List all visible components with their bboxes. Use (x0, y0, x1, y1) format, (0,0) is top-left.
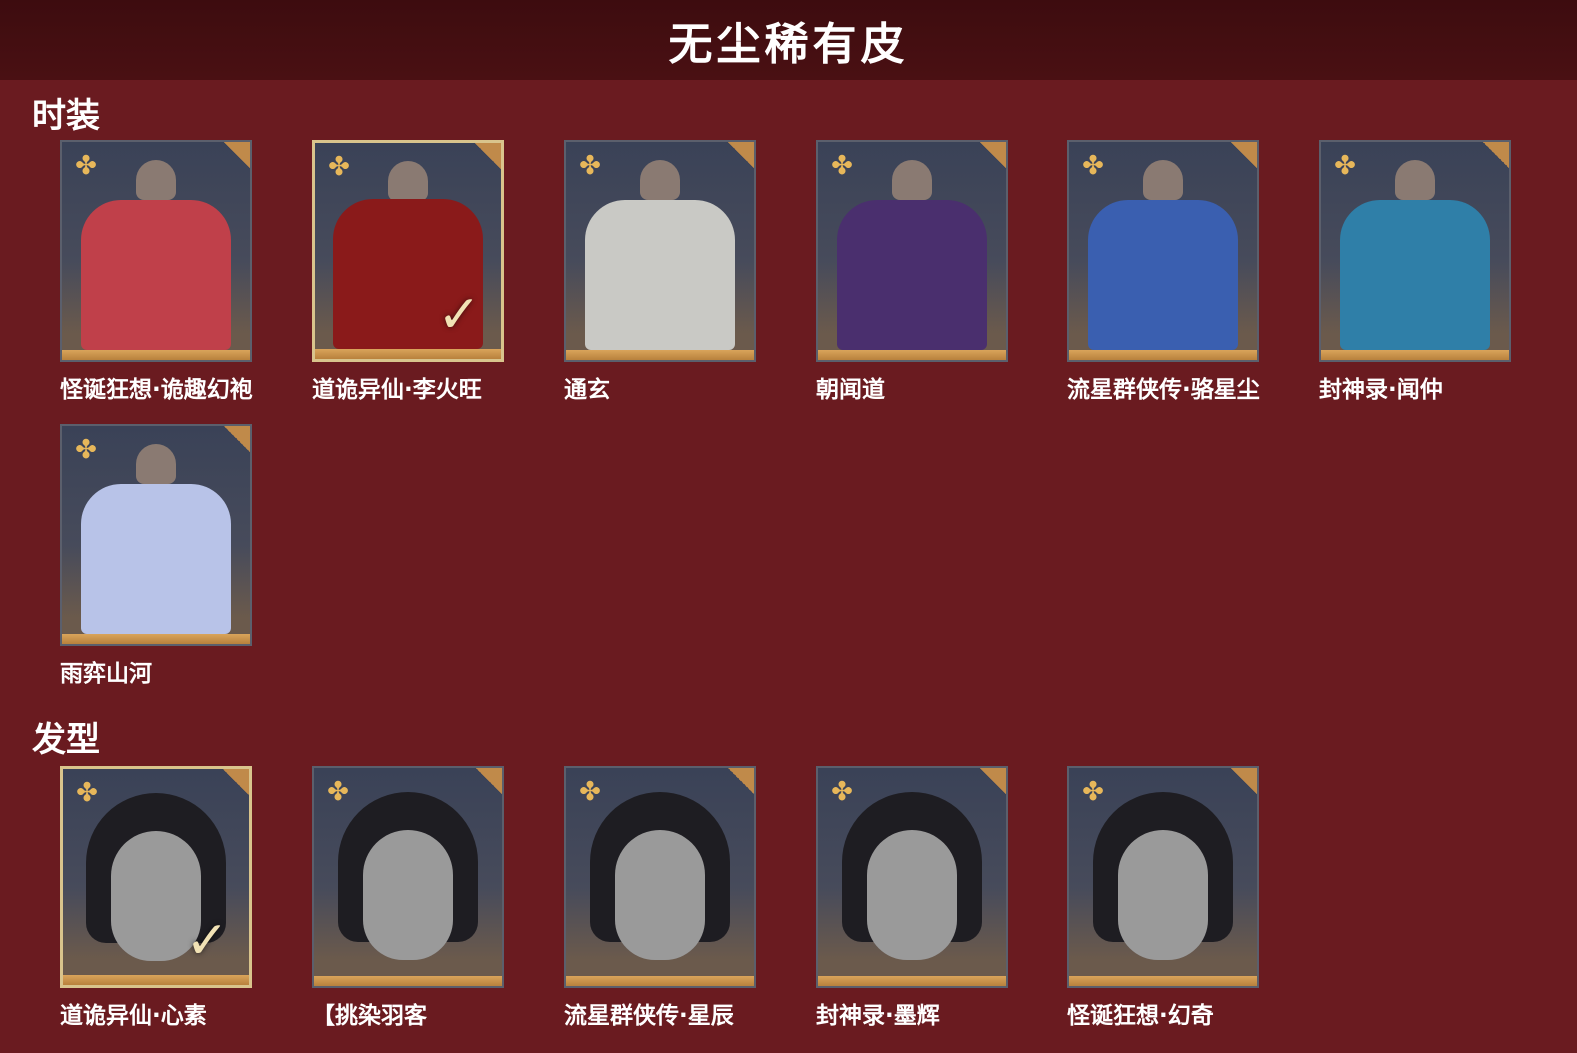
section-title-outfits: 时装 (32, 96, 100, 136)
face-figure (363, 830, 453, 960)
corner-leaf-icon (980, 142, 1006, 168)
rarity-bar (315, 349, 501, 359)
hairstyle-thumbnail[interactable]: ✤ (564, 766, 756, 988)
corner-leaf-icon (1231, 768, 1257, 794)
outfit-thumbnail[interactable]: ✤ (60, 140, 252, 362)
rarity-flower-icon: ✤ (1082, 777, 1104, 807)
rarity-flower-icon: ✤ (328, 152, 350, 182)
outfit-card[interactable]: ✤ ✓ 道诡异仙·李火旺 (312, 140, 504, 404)
section-title-hairstyles: 发型 (32, 720, 100, 760)
hairstyle-card[interactable]: ✤ ✓ 道诡异仙·心素 (60, 766, 252, 1030)
outfit-name: 封神录·闻仲 (1319, 377, 1443, 403)
outfit-figure (1088, 200, 1238, 350)
rarity-bar (63, 975, 249, 985)
rarity-flower-icon: ✤ (76, 778, 98, 808)
rarity-bar (1069, 350, 1257, 360)
rarity-flower-icon: ✤ (327, 777, 349, 807)
outfit-name: 通玄 (564, 377, 610, 403)
figure-neck (1143, 160, 1183, 200)
rarity-bar (62, 350, 250, 360)
outfit-name: 道诡异仙·李火旺 (312, 377, 482, 403)
outfit-name: 雨弈山河 (60, 661, 152, 687)
figure-neck (1395, 160, 1435, 200)
rarity-bar (62, 634, 250, 644)
outfit-card[interactable]: ✤ 流星群侠传·骆星尘 (1067, 140, 1260, 404)
rarity-flower-icon: ✤ (75, 151, 97, 181)
rarity-flower-icon: ✤ (831, 151, 853, 181)
corner-leaf-icon (476, 768, 502, 794)
outfit-card[interactable]: ✤ 怪诞狂想·诡趣幻袍 (60, 140, 253, 404)
rarity-flower-icon: ✤ (579, 777, 601, 807)
rarity-flower-icon: ✤ (75, 435, 97, 465)
rarity-bar (818, 976, 1006, 986)
outfit-figure (837, 200, 987, 350)
rarity-bar (1069, 976, 1257, 986)
outfit-name: 朝闻道 (816, 377, 885, 403)
outfit-thumbnail[interactable]: ✤ (564, 140, 756, 362)
corner-leaf-icon (728, 142, 754, 168)
rarity-flower-icon: ✤ (579, 151, 601, 181)
figure-neck (640, 160, 680, 200)
hairstyle-name: 道诡异仙·心素 (60, 1003, 207, 1029)
checkmark-icon: ✓ (437, 285, 481, 345)
hairstyle-card[interactable]: ✤ 封神录·墨辉 (816, 766, 1008, 1030)
rarity-flower-icon: ✤ (1082, 151, 1104, 181)
rarity-bar (566, 350, 754, 360)
outfit-card[interactable]: ✤ 通玄 (564, 140, 756, 404)
corner-leaf-icon (1483, 142, 1509, 168)
outfit-thumbnail[interactable]: ✤ (1319, 140, 1511, 362)
page-title: 无尘稀有皮 (668, 19, 909, 70)
figure-neck (388, 161, 428, 201)
corner-leaf-icon (224, 142, 250, 168)
corner-leaf-icon (475, 143, 501, 169)
corner-leaf-icon (980, 768, 1006, 794)
hairstyle-name: 封神录·墨辉 (816, 1003, 940, 1029)
outfit-name: 怪诞狂想·诡趣幻袍 (60, 377, 253, 403)
page-header: 无尘稀有皮 (0, 0, 1577, 80)
hairstyle-name: 怪诞狂想·幻奇 (1067, 1003, 1214, 1029)
hairstyle-card[interactable]: ✤ 【挑染羽客 (312, 766, 504, 1030)
hairstyle-card[interactable]: ✤ 怪诞狂想·幻奇 (1067, 766, 1259, 1030)
outfit-name: 流星群侠传·骆星尘 (1067, 377, 1260, 403)
outfit-thumbnail[interactable]: ✤ (60, 424, 252, 646)
figure-neck (892, 160, 932, 200)
hairstyle-thumbnail[interactable]: ✤ (1067, 766, 1259, 988)
rarity-flower-icon: ✤ (1334, 151, 1356, 181)
corner-leaf-icon (1231, 142, 1257, 168)
corner-leaf-icon (223, 769, 249, 795)
outfit-figure (81, 484, 231, 634)
outfit-card[interactable]: ✤ 雨弈山河 (60, 424, 252, 688)
outfit-figure (585, 200, 735, 350)
hairstyle-card[interactable]: ✤ 流星群侠传·星辰 (564, 766, 756, 1030)
outfit-thumbnail-selected[interactable]: ✤ ✓ (312, 140, 504, 362)
corner-leaf-icon (224, 426, 250, 452)
hairstyle-thumbnail[interactable]: ✤ (312, 766, 504, 988)
corner-leaf-icon (728, 768, 754, 794)
outfit-thumbnail[interactable]: ✤ (816, 140, 1008, 362)
rarity-bar (818, 350, 1006, 360)
checkmark-icon: ✓ (185, 911, 229, 971)
figure-neck (136, 444, 176, 484)
hairstyle-thumbnail[interactable]: ✤ (816, 766, 1008, 988)
hairstyle-thumbnail-selected[interactable]: ✤ ✓ (60, 766, 252, 988)
outfit-card[interactable]: ✤ 朝闻道 (816, 140, 1008, 404)
face-figure (867, 830, 957, 960)
rarity-bar (1321, 350, 1509, 360)
hairstyle-name: 流星群侠传·星辰 (564, 1003, 734, 1029)
outfit-figure (1340, 200, 1490, 350)
outfit-thumbnail[interactable]: ✤ (1067, 140, 1259, 362)
rarity-bar (566, 976, 754, 986)
figure-neck (136, 160, 176, 200)
rarity-flower-icon: ✤ (831, 777, 853, 807)
face-figure (1118, 830, 1208, 960)
face-figure (615, 830, 705, 960)
rarity-bar (314, 976, 502, 986)
outfit-figure (81, 200, 231, 350)
outfit-card[interactable]: ✤ 封神录·闻仲 (1319, 140, 1511, 404)
hairstyle-name: 【挑染羽客 (312, 1003, 427, 1029)
